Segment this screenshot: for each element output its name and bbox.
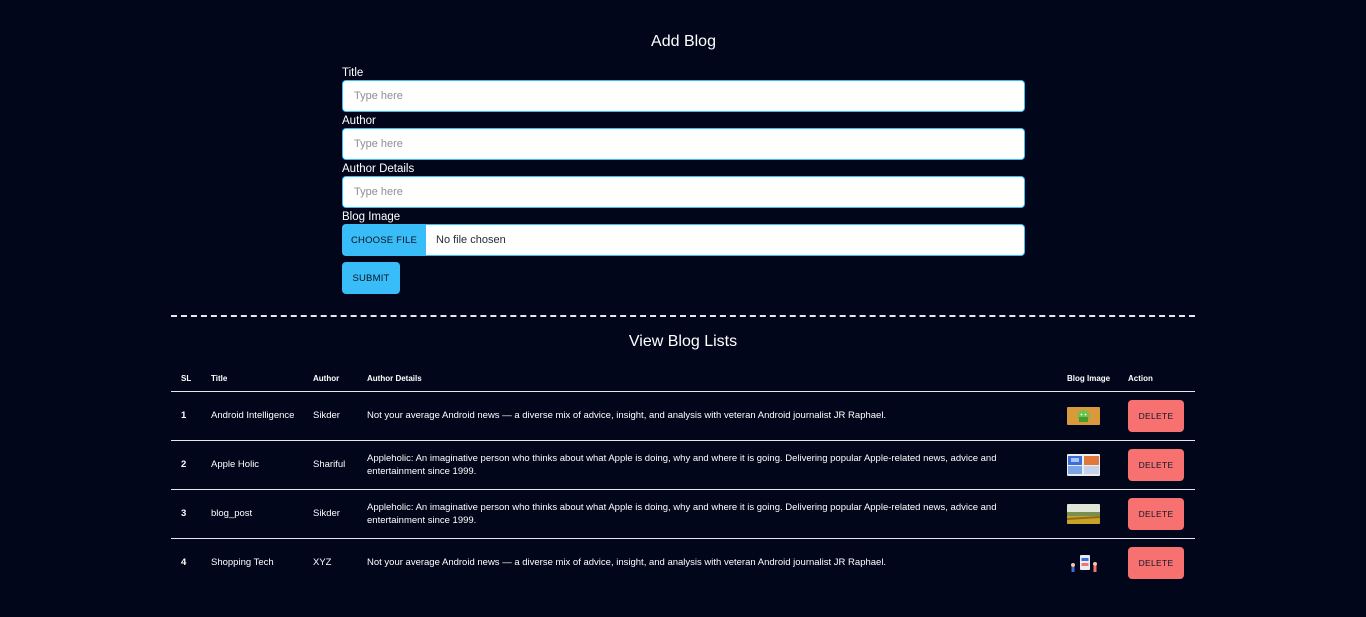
delete-button[interactable]: DELETE: [1128, 399, 1184, 432]
section-divider: [171, 315, 1195, 317]
android-thumbnail: [1067, 406, 1100, 425]
column-header-blog-image: Blog Image: [1067, 366, 1128, 392]
row-title: Apple Holic: [211, 440, 313, 490]
row-action-cell: DELETE: [1128, 489, 1195, 539]
blog-image-file-input[interactable]: CHOOSE FILE No file chosen: [342, 224, 1025, 256]
row-author-details: Appleholic: An imaginative person who th…: [367, 489, 1067, 539]
shopping-illustration-thumbnail: [1067, 551, 1100, 574]
column-header-author-details: Author Details: [367, 366, 1067, 392]
table-header-row: SL Title Author Author Details Blog Imag…: [171, 366, 1195, 392]
page: Add Blog Title Author Author Details Blo…: [0, 0, 1366, 617]
row-author-details: Appleholic: An imaginative person who th…: [367, 440, 1067, 490]
list-heading: View Blog Lists: [628, 333, 738, 350]
title-input[interactable]: [342, 80, 1025, 112]
row-title: blog_post: [211, 489, 313, 539]
table-row: 3 blog_post Sikder Appleholic: An imagin…: [171, 489, 1195, 539]
row-author-details: Not your average Android news — a divers…: [367, 557, 887, 569]
row-author: Sikder: [313, 489, 367, 539]
row-title: Shopping Tech: [211, 557, 274, 569]
column-header-action: Action: [1128, 366, 1195, 392]
delete-button[interactable]: DELETE: [1128, 497, 1184, 530]
submit-button[interactable]: SUBMIT: [342, 262, 400, 294]
row-sl: 2: [171, 440, 211, 490]
table-row: 4 Shopping Tech XYZ Not your average And…: [171, 538, 1195, 587]
file-status-text: No file chosen: [436, 234, 506, 246]
author-details-label: Author Details: [342, 163, 415, 175]
title-label: Title: [342, 67, 364, 79]
author-details-input[interactable]: [342, 176, 1025, 208]
row-blog-image-cell: [1067, 440, 1128, 490]
row-blog-image-cell: [1067, 489, 1128, 539]
row-sl: 4: [181, 557, 187, 569]
row-author: XYZ: [313, 557, 332, 569]
blog-table: SL Title Author Author Details Blog Imag…: [171, 366, 1195, 587]
row-title: Android Intelligence: [211, 391, 313, 441]
blog-image-label: Blog Image: [342, 211, 401, 223]
table-row: 2 Apple Holic Shariful Appleholic: An im…: [171, 440, 1195, 490]
field-landscape-thumbnail: [1067, 503, 1100, 524]
row-author: Shariful: [313, 440, 367, 490]
column-header-sl: SL: [171, 366, 211, 392]
row-author-details: Not your average Android news — a divers…: [367, 391, 1067, 441]
column-header-title: Title: [211, 366, 313, 392]
table-row: 1 Android Intelligence Sikder Not your a…: [171, 391, 1195, 441]
author-input[interactable]: [342, 128, 1025, 160]
row-action-cell: DELETE: [1128, 391, 1195, 441]
apple-screens-thumbnail: [1067, 453, 1100, 476]
form-heading: Add Blog: [651, 33, 716, 50]
row-blog-image-cell: [1067, 538, 1128, 587]
row-sl: 1: [171, 391, 211, 441]
row-action-cell: DELETE: [1128, 538, 1195, 587]
row-sl: 3: [171, 489, 211, 539]
choose-file-button[interactable]: CHOOSE FILE: [343, 225, 426, 255]
row-author: Sikder: [313, 391, 367, 441]
delete-button[interactable]: DELETE: [1128, 546, 1184, 579]
author-label: Author: [342, 115, 376, 127]
column-header-author: Author: [313, 366, 367, 392]
delete-button[interactable]: DELETE: [1128, 448, 1184, 481]
row-action-cell: DELETE: [1128, 440, 1195, 490]
row-blog-image-cell: [1067, 391, 1128, 441]
